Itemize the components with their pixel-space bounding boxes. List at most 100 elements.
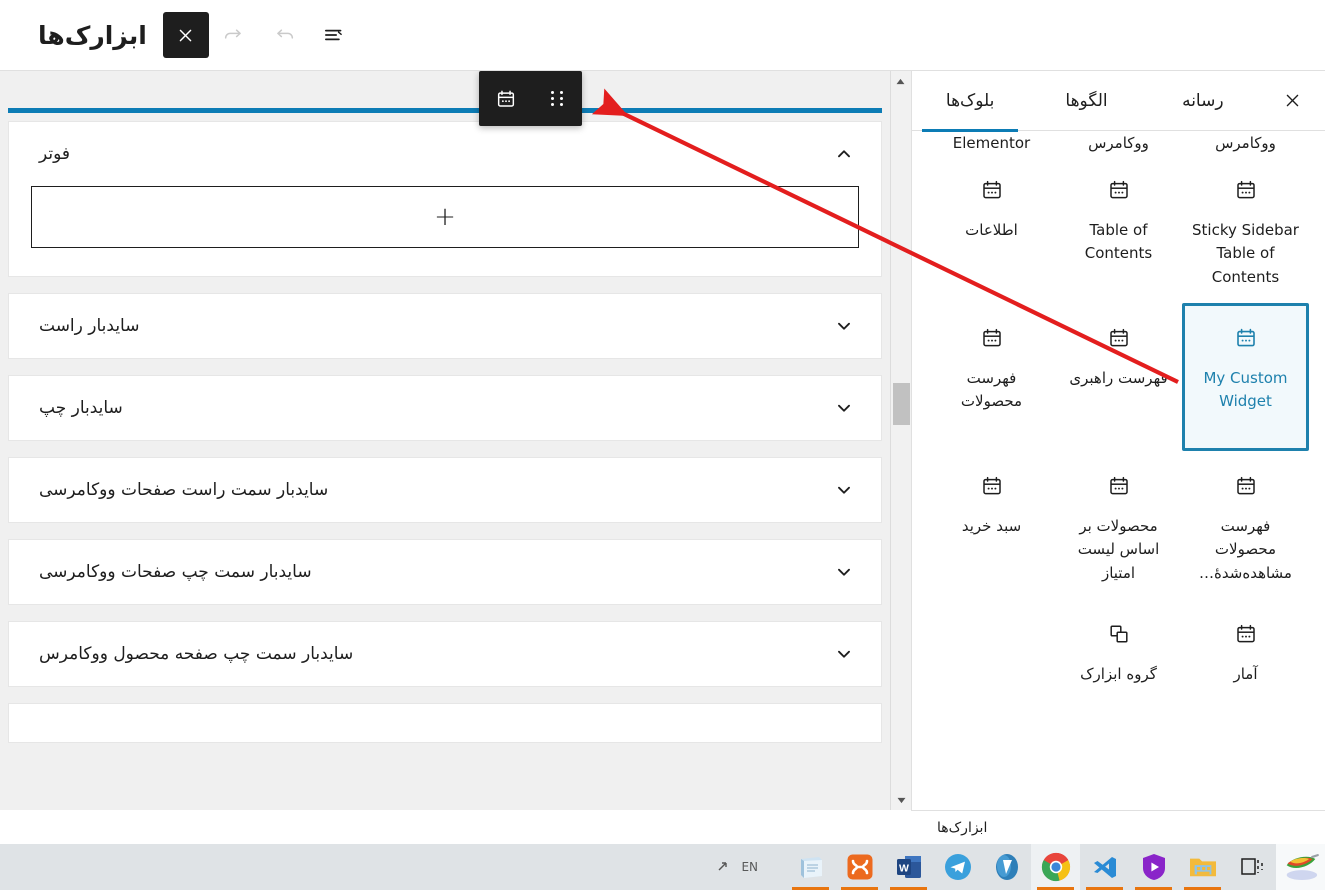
canvas-bottom-strip xyxy=(0,810,911,844)
folder-icon xyxy=(1189,858,1216,877)
block-label: سبد خرید xyxy=(961,517,1022,535)
block-item-cart[interactable]: سبد خرید xyxy=(928,451,1055,599)
vscode-icon[interactable] xyxy=(1080,844,1129,890)
close-editor-button[interactable] xyxy=(162,12,209,58)
block-item-stats[interactable]: آمار xyxy=(1182,599,1309,747)
tab-blocks[interactable]: بلوک‌ها xyxy=(912,71,1028,132)
word-icon[interactable]: W xyxy=(884,844,933,890)
chrome-icon[interactable] xyxy=(1031,844,1080,890)
chevron-up-icon xyxy=(838,150,850,158)
tab-label: رسانه xyxy=(1182,90,1224,111)
chevron-down-icon xyxy=(838,568,850,576)
drag-handle-icon xyxy=(550,91,563,106)
inserter-block-list: اسلایدر ووکامرس اسلایدر اسلایدر ووکامرس … xyxy=(912,131,1325,810)
widget-area-title: سایدبار راست xyxy=(39,316,140,336)
caret-down-icon xyxy=(897,797,906,803)
block-label: فهرست راهبری xyxy=(1069,369,1168,387)
block-appender-button[interactable]: + xyxy=(31,186,859,248)
vegas-icon[interactable] xyxy=(982,844,1031,890)
block-label: فهرست محصولات مشاهده‌شدهٔ… xyxy=(1199,517,1292,582)
block-grid: اسلایدر ووکامرس اسلایدر اسلایدر ووکامرس … xyxy=(912,131,1325,747)
widget-area-right-sidebar: سایدبار راست xyxy=(8,293,882,359)
widget-area-header[interactable]: سایدبار چپ xyxy=(9,376,881,440)
block-item-widget-group[interactable]: گروه ابزارک xyxy=(1055,599,1182,747)
widgets-editor-window: ابزارک‌ها xyxy=(0,0,1325,890)
block-item-my-custom-widget[interactable]: My Custom Widget xyxy=(1182,303,1309,451)
widget-group-icon xyxy=(1106,621,1132,647)
tab-patterns[interactable]: الگوها xyxy=(1028,71,1144,131)
block-item-recently-viewed-products[interactable]: فهرست محصولات مشاهده‌شدهٔ… xyxy=(1182,451,1309,599)
show-desktop-icon[interactable] xyxy=(715,859,731,875)
media-player-icon[interactable] xyxy=(1129,844,1178,890)
calendar-icon xyxy=(1106,325,1132,351)
undo-button[interactable] xyxy=(264,15,304,55)
block-item[interactable]: اسلایدر ووکامرس xyxy=(1182,131,1309,155)
drag-handle-button[interactable] xyxy=(531,71,582,126)
block-item[interactable]: Elementor xyxy=(928,131,1055,155)
task-view-button[interactable] xyxy=(1227,844,1276,890)
canvas-scrollbar-thumb[interactable] xyxy=(893,383,910,425)
page-title: ابزارک‌ها xyxy=(38,20,147,50)
widget-area-header[interactable]: سایدبار سمت راست صفحات ووکامرسی xyxy=(9,458,881,522)
block-label: فهرست محصولات xyxy=(960,369,1023,411)
notepad-logo-icon xyxy=(800,857,822,878)
vegas-logo-icon xyxy=(995,854,1018,880)
file-explorer-icon[interactable] xyxy=(1178,844,1227,890)
calendar-icon xyxy=(1233,177,1259,203)
widget-area-header[interactable]: فوتر xyxy=(9,122,881,186)
redo-icon xyxy=(224,29,241,39)
tab-label: بلوک‌ها xyxy=(945,90,995,111)
chevron-down-icon xyxy=(838,404,850,412)
block-drop-indicator xyxy=(8,108,882,113)
block-inserter-panel: بلوک‌ها الگوها رسانه اسلایدر ووکامرس xyxy=(911,71,1325,810)
block-item-sticky-sidebar-toc[interactable]: Sticky Sidebar Table of Contents xyxy=(1182,155,1309,303)
block-toolbar xyxy=(479,71,582,126)
start-button[interactable] xyxy=(1276,844,1325,890)
notepad-icon[interactable] xyxy=(786,844,835,890)
block-label: اسلایدر ووکامرس xyxy=(1215,133,1276,152)
caret-up-icon xyxy=(896,78,905,84)
calendar-icon xyxy=(979,177,1005,203)
language-indicator[interactable]: EN xyxy=(731,860,768,874)
calendar-icon xyxy=(497,90,514,107)
scroll-up-button[interactable] xyxy=(890,71,911,91)
widget-area-title: سایدبار چپ xyxy=(39,398,123,418)
close-inserter-button[interactable] xyxy=(1261,71,1325,131)
widget-area-partial[interactable] xyxy=(8,703,882,743)
block-item-navigation-menu[interactable]: فهرست راهبری xyxy=(1055,303,1182,451)
widget-area-title: سایدبار سمت چپ صفحات ووکامرسی xyxy=(39,562,312,582)
widget-area-header[interactable]: سایدبار سمت چپ صفحات ووکامرسی xyxy=(9,540,881,604)
block-label: My Custom Widget xyxy=(1203,369,1288,411)
block-label: اسلایدر اسلایدر ووکامرس xyxy=(1088,133,1149,152)
calendar-icon xyxy=(1233,325,1259,351)
block-label: آمار xyxy=(1233,665,1258,683)
widget-area-header[interactable]: سایدبار سمت چپ صفحه محصول ووکامرس xyxy=(9,622,881,686)
block-item-product-list[interactable]: فهرست محصولات xyxy=(928,303,1055,451)
block-item-table-of-contents[interactable]: Table of Contents xyxy=(1055,155,1182,303)
canvas-scrollbar[interactable] xyxy=(890,71,911,810)
block-item[interactable]: اسلایدر اسلایدر ووکامرس xyxy=(1055,131,1182,155)
block-type-button[interactable] xyxy=(480,71,531,126)
block-item-top-rated-products[interactable]: محصولات بر اساس لیست امتیاز xyxy=(1055,451,1182,599)
calendar-icon xyxy=(1106,177,1132,203)
xampp-logo-icon xyxy=(847,854,872,880)
plus-icon: + xyxy=(434,202,456,232)
widget-area-header[interactable]: سایدبار راست xyxy=(9,294,881,358)
tab-media[interactable]: رسانه xyxy=(1145,71,1261,131)
calendar-icon xyxy=(1233,621,1259,647)
block-label: Elementor xyxy=(952,133,1031,152)
list-view-button[interactable] xyxy=(314,15,354,55)
redo-button[interactable] xyxy=(214,15,254,55)
block-item-empty xyxy=(928,599,1055,747)
scroll-down-button[interactable] xyxy=(891,790,912,810)
xampp-icon[interactable] xyxy=(835,844,884,890)
block-label: اطلاعات xyxy=(965,221,1018,239)
svg-text:W: W xyxy=(899,863,909,875)
block-item-info[interactable]: اطلاعات xyxy=(928,155,1055,303)
telegram-icon[interactable] xyxy=(933,844,982,890)
taskbar-tray: EN xyxy=(715,859,778,875)
chevron-down-icon xyxy=(838,486,850,494)
widget-area-title: سایدبار سمت چپ صفحه محصول ووکامرس xyxy=(39,644,354,664)
breadcrumb-label: ابزارک‌ها xyxy=(937,819,988,836)
vscode-logo-icon xyxy=(1093,857,1116,878)
